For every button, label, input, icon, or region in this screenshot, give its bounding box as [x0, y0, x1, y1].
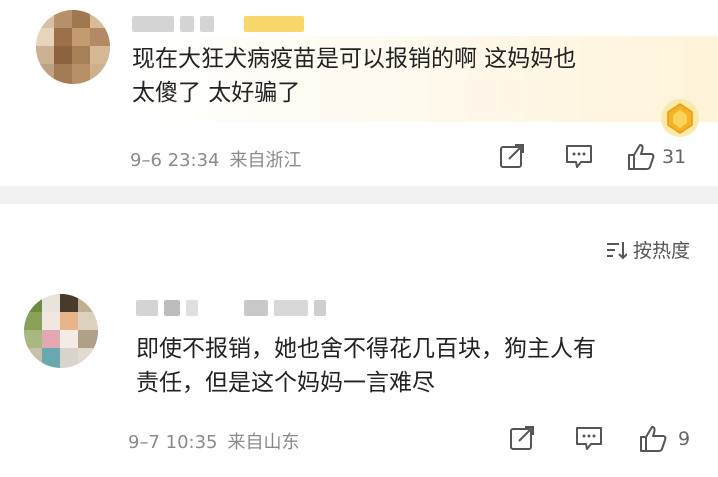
comment-line: 现在大狂犬病疫苗是可以报销的啊 这妈妈也 — [132, 46, 577, 72]
blur-block — [136, 300, 158, 316]
sort-label: 按热度 — [632, 240, 690, 262]
share-icon[interactable] — [508, 424, 536, 452]
section-divider — [0, 186, 718, 204]
avatar[interactable] — [36, 10, 110, 84]
comment-meta: 9–6 23:34 来自浙江 — [130, 146, 302, 172]
comment-location: 来自浙江 — [229, 150, 302, 171]
comment-date: 9–7 10:35 — [128, 432, 218, 453]
comment-item: 即使不报销，她也舍不得花几百块，狗主人有 责任，但是这个妈妈一言难尽 9–7 1… — [0, 286, 718, 477]
gold-badge-icon — [661, 99, 699, 137]
sort-toggle[interactable]: 按热度 — [605, 236, 690, 263]
comment-line: 太傻了 太好骗了 — [132, 80, 301, 106]
blur-block — [274, 300, 308, 316]
comment-icon[interactable] — [564, 142, 594, 170]
comment-item: 现在大狂犬病疫苗是可以报销的啊 这妈妈也 太傻了 太好骗了 9–6 23:34 来… — [0, 0, 718, 186]
thumbs-up-icon[interactable] — [626, 142, 656, 172]
blur-block — [244, 300, 268, 316]
blur-block — [314, 300, 326, 316]
comment-meta: 9–7 10:35 来自山东 — [128, 428, 300, 454]
like-count: 9 — [678, 428, 691, 450]
thumbs-up-icon[interactable] — [638, 424, 668, 454]
blur-block — [164, 300, 180, 316]
blur-block — [200, 16, 214, 32]
comment-line: 责任，但是这个妈妈一言难尽 — [136, 370, 435, 396]
blur-block — [186, 300, 198, 316]
comment-location: 来自山东 — [227, 432, 300, 453]
blur-block — [180, 16, 194, 32]
comment-text: 即使不报销，她也舍不得花几百块，狗主人有 责任，但是这个妈妈一言难尽 — [136, 332, 696, 400]
avatar[interactable] — [24, 294, 98, 368]
username-blurred[interactable] — [136, 300, 326, 320]
username-blurred[interactable] — [132, 16, 304, 36]
like-count: 31 — [662, 146, 687, 168]
comment-text: 现在大狂犬病疫苗是可以报销的啊 这妈妈也 太傻了 太好骗了 — [132, 42, 692, 110]
share-icon[interactable] — [498, 142, 526, 170]
comment-date: 9–6 23:34 — [130, 150, 220, 171]
comment-icon[interactable] — [574, 424, 604, 452]
blur-block — [132, 16, 174, 32]
comment-line: 即使不报销，她也舍不得花几百块，狗主人有 — [136, 336, 596, 362]
sort-icon — [606, 241, 627, 259]
member-badge-blurred — [244, 16, 304, 32]
